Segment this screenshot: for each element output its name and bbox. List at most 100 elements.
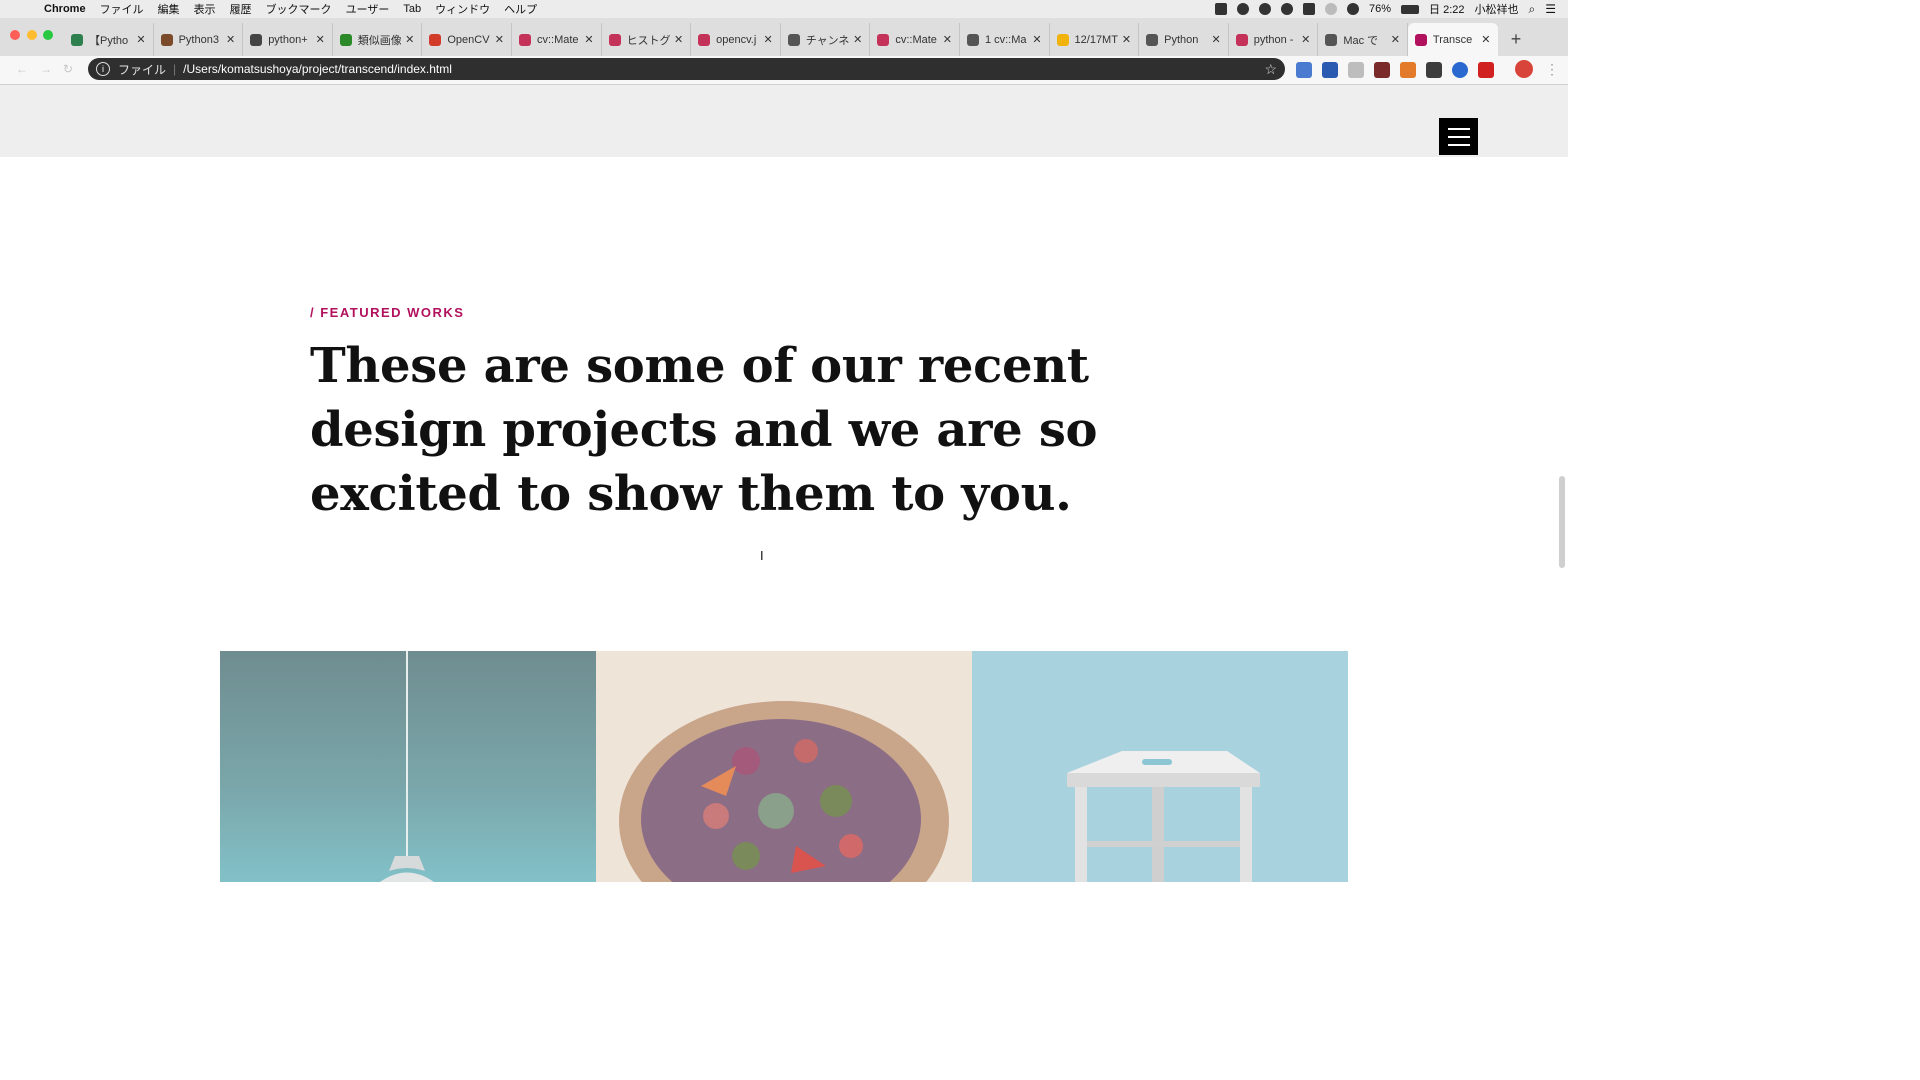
forward-button[interactable]: → [40, 62, 52, 76]
browser-tab[interactable]: opencv.j ✕ [691, 23, 781, 56]
spotlight-icon[interactable]: ⌕ [1529, 2, 1536, 17]
tab-title: 12/17MT [1074, 33, 1118, 46]
tab-close-icon[interactable]: ✕ [1391, 33, 1400, 46]
menu-view[interactable]: 表示 [194, 1, 216, 17]
tab-close-icon[interactable]: ✕ [136, 33, 145, 46]
browser-tab[interactable]: python - ✕ [1229, 23, 1319, 56]
browser-tab[interactable]: cv::Mate ✕ [870, 23, 960, 56]
close-window-button[interactable] [10, 30, 20, 40]
menu-help[interactable]: ヘルプ [504, 1, 537, 17]
browser-tab[interactable]: 12/17MT ✕ [1050, 23, 1140, 56]
browser-toolbar: ← → ↻ i ファイル | /Users/komatsushoya/proje… [0, 56, 1568, 85]
tab-close-icon[interactable]: ✕ [405, 33, 414, 46]
page-scrollbar-thumb[interactable] [1559, 476, 1565, 568]
bluetooth-icon[interactable] [1325, 3, 1337, 15]
tab-close-icon[interactable]: ✕ [1122, 33, 1131, 46]
tab-close-icon[interactable]: ✕ [584, 33, 593, 46]
tab-close-icon[interactable]: ✕ [764, 33, 773, 46]
browser-tab[interactable]: Mac で ✕ [1318, 23, 1408, 56]
reload-button[interactable]: ↻ [63, 62, 73, 76]
tab-title: python - [1253, 33, 1294, 46]
user-name[interactable]: 小松祥也 [1475, 1, 1519, 17]
work-stool[interactable] [972, 651, 1348, 882]
browser-tab[interactable]: ヒストグ ✕ [602, 23, 692, 56]
menu-window[interactable]: ウィンドウ [435, 1, 490, 17]
bookmark-star-icon[interactable]: ☆ [1264, 61, 1277, 78]
url-text[interactable]: /Users/komatsushoya/project/transcend/in… [183, 62, 452, 76]
chrome-menu-icon[interactable]: ⋮ [1545, 61, 1559, 78]
record-icon[interactable] [1215, 3, 1227, 15]
tab-close-icon[interactable]: ✕ [1481, 33, 1490, 46]
tab-title: OpenCV [447, 33, 490, 46]
hamburger-menu-button[interactable] [1439, 118, 1478, 155]
grammarly-icon[interactable] [1237, 3, 1249, 15]
tab-title: python+ [268, 33, 308, 46]
hamburger-line-icon [1447, 143, 1470, 146]
tab-close-icon[interactable]: ✕ [1301, 33, 1310, 46]
tab-close-icon[interactable]: ✕ [674, 33, 683, 46]
menu-bookmarks[interactable]: ブックマーク [266, 1, 332, 17]
tab-close-icon[interactable]: ✕ [495, 33, 504, 46]
section-headline: These are some of our recent design proj… [310, 338, 1098, 522]
dictionary-extension-icon[interactable] [1322, 62, 1338, 78]
menu-tab[interactable]: Tab [403, 3, 421, 15]
address-bar[interactable]: i ファイル | /Users/komatsushoya/project/tra… [88, 58, 1285, 80]
tab-close-icon[interactable]: ✕ [853, 33, 862, 46]
clock[interactable]: 日 2:22 [1429, 1, 1464, 17]
new-tab-button[interactable]: + [1505, 28, 1527, 50]
menu-history[interactable]: 履歴 [230, 1, 252, 17]
input-method-icon[interactable] [1303, 3, 1315, 15]
battery-icon[interactable] [1401, 4, 1420, 14]
site-info-icon[interactable]: i [96, 62, 110, 76]
work-salad-bowl[interactable] [596, 651, 972, 882]
tab-favicon-icon [339, 33, 352, 46]
text-cursor-icon: I [760, 548, 764, 563]
tab-close-icon[interactable]: ✕ [316, 33, 325, 46]
minimize-window-button[interactable] [27, 30, 37, 40]
browser-tab[interactable]: Python3 ✕ [154, 23, 244, 56]
browser-tab[interactable]: 【Pytho ✕ [64, 23, 154, 56]
notification-center-icon[interactable]: ☰ [1545, 2, 1556, 16]
fullscreen-window-button[interactable] [43, 30, 53, 40]
menu-edit[interactable]: 編集 [158, 1, 180, 17]
featured-works-gallery [220, 651, 1348, 882]
tab-favicon-icon [1146, 33, 1159, 46]
tab-favicon-icon [877, 33, 890, 46]
profile-avatar[interactable] [1515, 60, 1533, 78]
extension-icon[interactable] [1348, 62, 1364, 78]
tab-close-icon[interactable]: ✕ [226, 33, 235, 46]
browser-tab[interactable]: python+ ✕ [243, 23, 333, 56]
menu-people[interactable]: ユーザー [346, 1, 390, 17]
browser-tab[interactable]: Python ✕ [1139, 23, 1229, 56]
tab-favicon-icon [698, 33, 711, 46]
back-button[interactable]: ← [16, 62, 28, 76]
browser-tab[interactable]: 類似画像 ✕ [333, 23, 423, 56]
tab-title: チャンネ [805, 34, 850, 47]
menu-file[interactable]: ファイル [100, 1, 144, 17]
tabs: 【Pytho ✕ Python3 ✕ python+ ✕ 類似画像 ✕ OpenCV ✕ cv::M… [64, 23, 1498, 56]
tab-close-icon[interactable]: ✕ [1032, 33, 1041, 46]
browser-tab[interactable]: 1 cv::Ma ✕ [960, 23, 1050, 56]
video-extension-icon[interactable] [1478, 62, 1494, 78]
metamask-extension-icon[interactable] [1400, 62, 1416, 78]
creative-cloud-icon[interactable] [1281, 3, 1293, 15]
tab-close-icon[interactable]: ✕ [1212, 33, 1221, 46]
wifi-icon[interactable] [1347, 3, 1359, 15]
browser-tab[interactable]: Transce ✕ [1407, 23, 1498, 56]
feather-icon[interactable] [1259, 3, 1271, 15]
hamburger-line-icon [1447, 127, 1470, 130]
menu-app-name[interactable]: Chrome [44, 3, 86, 15]
browser-tab[interactable]: チャンネ ✕ [781, 23, 871, 56]
vpn-extension-icon[interactable] [1452, 62, 1468, 78]
tab-close-icon[interactable]: ✕ [943, 33, 952, 46]
translate-extension-icon[interactable] [1296, 62, 1312, 78]
macos-menu-bar: Chrome ファイル 編集 表示 履歴 ブックマーク ユーザー Tab ウィン… [0, 0, 1568, 18]
qr-extension-icon[interactable] [1374, 62, 1390, 78]
salad-bowl-illustration [596, 651, 972, 882]
selenium-extension-icon[interactable] [1426, 62, 1442, 78]
tab-favicon-icon [1414, 33, 1427, 46]
hamburger-line-icon [1447, 135, 1470, 138]
work-lamp[interactable] [220, 651, 596, 882]
browser-tab[interactable]: cv::Mate ✕ [512, 23, 602, 56]
browser-tab[interactable]: OpenCV ✕ [422, 23, 512, 56]
